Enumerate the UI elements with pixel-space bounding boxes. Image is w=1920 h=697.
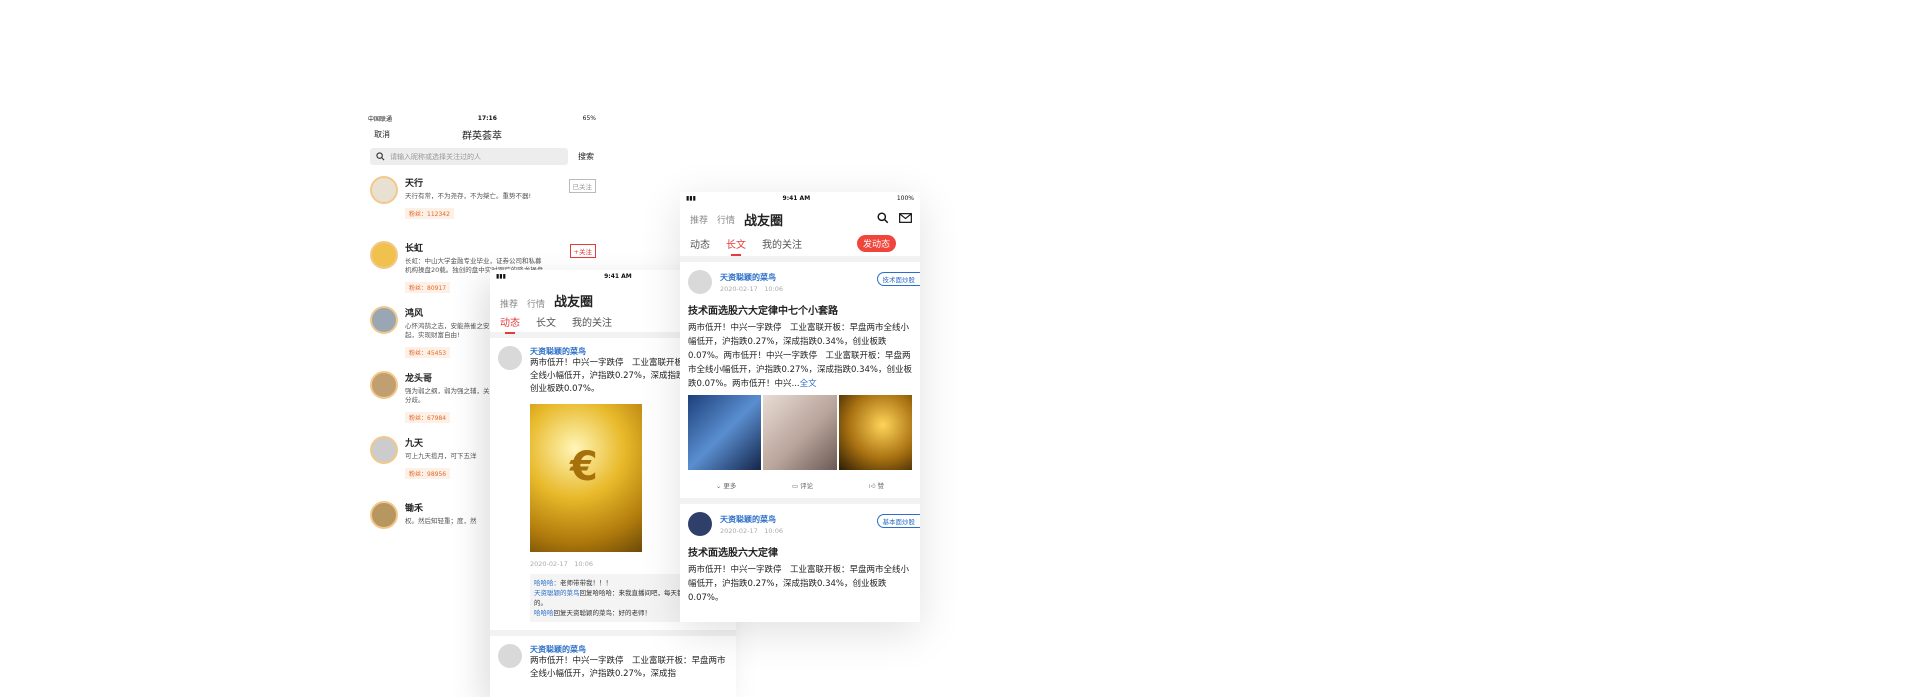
follow-button[interactable]: +关注 [569,244,596,258]
avatar [688,270,712,294]
comment-text: 回复天资聪颖的菜鸟：好的老师！ [553,609,652,617]
article-image[interactable] [838,395,912,470]
thumb-up-icon: 👍︎ [868,482,878,490]
article-text: 两市低开！中兴一字跌停 工业富联开板：早盘两市全线小幅低开，沪指跌0.27%，深… [688,565,910,603]
page-title: 战友圈 [744,213,784,229]
page-title: 群英荟萃 [462,130,502,142]
post-time: 2020-02-17 10:06 [530,560,594,568]
tab-following[interactable]: 我的关注 [572,314,612,329]
mail-icon[interactable] [899,212,912,224]
post-text: 两市低开！中兴一字跌停 工业富联开板：早盘两市全线小幅低开，沪指跌0.27%，深… [530,656,726,679]
comment-label: 评论 [800,482,814,490]
header: 推荐 行情 战友圈 [680,204,920,230]
read-more-link[interactable]: 全文 [800,379,817,389]
clock: 9:41 AM [782,194,811,202]
more-button[interactable]: ⌄ 更多 [716,480,737,490]
phone-article-screen: ▮▮▮ 9:41 AM 100% 推荐 行情 战友圈 动态 长文 我的关注 发动… [680,192,920,622]
comment-user[interactable]: 哈哈哈 [534,609,554,617]
comment-user[interactable]: 哈哈哈： [534,579,560,587]
avatar [498,346,522,370]
tab-recommend[interactable]: 推荐 [500,297,518,310]
search-bar: 请输入昵称或选择关注过的人 搜索 [362,144,602,169]
status-bar: 中国联通 17:16 65% [362,112,602,124]
signal-icon: ▮▮▮ [496,272,506,280]
search-icon [376,152,385,161]
search-icon[interactable] [877,212,889,224]
article-title[interactable]: 技术面选股六大定律 [688,544,912,559]
fans-badge: 粉丝：112342 [405,208,454,219]
list-item[interactable]: 天行 天行有常，不为尧存，不为桀亡。重势不器! 粉丝：112342 已关注 [362,169,602,234]
like-button[interactable]: 👍︎ 赞 [869,480,884,490]
avatar [370,436,398,464]
following-button[interactable]: 已关注 [568,179,596,193]
page-title: 战友圈 [554,295,594,310]
fans-badge: 粉丝：98956 [405,468,451,479]
comment-icon: ▭ [791,482,801,490]
clock: 17:16 [477,114,497,122]
tab-market[interactable]: 行情 [527,297,545,310]
article-card[interactable]: 天资聪颖的菜鸟 2020-02-17 10:06 技术面炒股 技术面选股六大定律… [680,262,920,498]
status-bar: ▮▮▮ 9:41 AM 100% [680,192,920,204]
more-label: 更多 [723,482,737,490]
post-time: 2020-02-17 10:06 [720,284,784,293]
category-tag[interactable]: 基本面炒股 [876,514,920,528]
carrier-label: 中国联通 [368,115,393,123]
avatar [498,644,522,668]
user-name: 长虹 [405,244,424,254]
search-input[interactable]: 请输入昵称或选择关注过的人 [370,148,568,165]
tab-dynamic[interactable]: 动态 [690,236,710,251]
avatar [370,371,398,399]
image-gallery [688,395,912,470]
comment-user[interactable]: 天资聪颖的菜鸟 [534,589,580,597]
avatar [370,306,398,334]
post-author[interactable]: 天资聪颖的菜鸟 [720,514,783,525]
article-title[interactable]: 技术面选股六大定律中七个小套路 [688,302,912,317]
article-image[interactable] [688,395,762,470]
clock: 9:41 AM [604,272,632,280]
tab-following[interactable]: 我的关注 [762,236,802,251]
category-tag[interactable]: 技术面炒股 [876,272,920,286]
tab-long[interactable]: 长文 [726,236,746,256]
nav-bar: 取消 群英荟萃 [362,124,602,144]
search-button[interactable]: 搜索 [578,151,594,162]
fans-badge: 粉丝：67984 [405,412,451,423]
like-label: 赞 [877,482,885,490]
tab-recommend[interactable]: 推荐 [690,213,708,226]
comment-text: 老师带带我！！！ [560,579,612,587]
post-time: 2020-02-17 10:06 [720,526,784,535]
comment-button[interactable]: ▭ 评论 [792,480,813,490]
user-desc: 天行有常，不为尧存，不为桀亡。重势不器! [405,192,532,200]
cancel-button[interactable]: 取消 [374,129,390,140]
avatar [370,241,398,269]
signal-icon: ▮▮▮ [686,194,696,202]
feed-post[interactable]: 天资聪颖的菜鸟 两市低开！中兴一字跌停 工业富联开板：早盘两市全线小幅低开，沪指… [490,636,736,681]
search-placeholder: 请输入昵称或选择关注过的人 [390,152,481,161]
article-card[interactable]: 天资聪颖的菜鸟 2020-02-17 10:06 基本面炒股 技术面选股六大定律… [680,504,920,605]
article-text: 两市低开！中兴一字跌停 工业富联开板：早盘两市全线小幅低开，沪指跌0.27%，深… [688,321,912,391]
avatar [370,176,398,204]
post-image[interactable] [530,404,642,552]
battery-level: 65% [582,114,596,122]
tab-dynamic[interactable]: 动态 [500,314,520,334]
sub-tabs: 动态 长文 我的关注 发动态 [680,230,920,256]
tab-long[interactable]: 长文 [536,314,556,329]
tab-market[interactable]: 行情 [717,213,735,226]
post-author[interactable]: 天资聪颖的菜鸟 [530,644,728,655]
avatar [688,512,712,536]
article-image[interactable] [763,395,837,470]
publish-button[interactable]: 发动态 [856,234,896,252]
user-name: 天行 [405,179,424,189]
avatar [370,501,398,529]
battery-level: 100% [896,194,914,202]
action-bar: ⌄ 更多 ▭ 评论 👍︎ 赞 [688,470,912,498]
post-author[interactable]: 天资聪颖的菜鸟 [720,272,783,283]
fans-badge: 粉丝：80917 [405,282,451,293]
fans-badge: 粉丝：45453 [405,347,451,358]
